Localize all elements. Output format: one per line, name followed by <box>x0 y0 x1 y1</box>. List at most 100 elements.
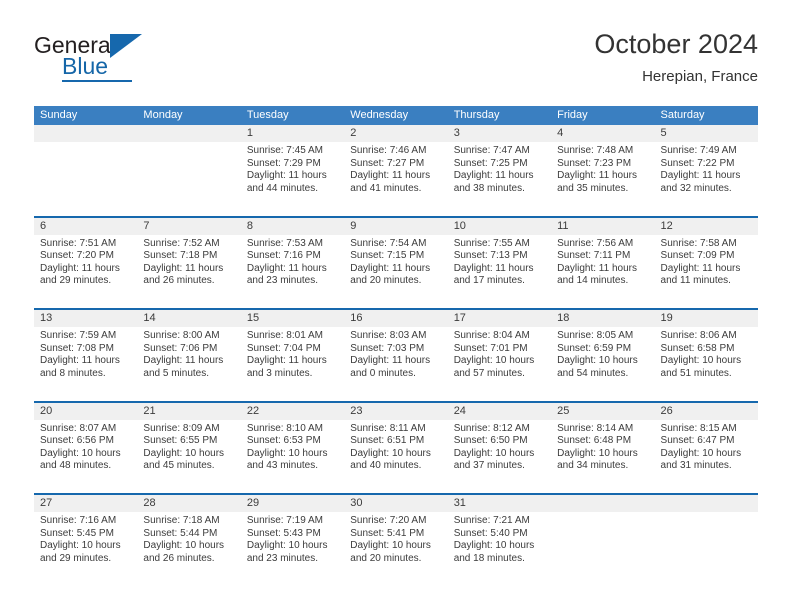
calendar-day-cell[interactable]: 20 Sunrise: 8:07 AM Sunset: 6:56 PM Dayligh… <box>34 402 138 493</box>
day-number: 11 <box>551 217 655 235</box>
calendar-day-cell[interactable]: 17 Sunrise: 8:04 AM Sunset: 7:01 PM Dayligh… <box>447 310 552 401</box>
daylight-text-line2: and 17 minutes. <box>453 275 525 287</box>
calendar-day-cell[interactable]: 28 Sunrise: 7:18 AM Sunset: 5:44 PM Dayligh… <box>137 495 241 586</box>
calendar-day-cell[interactable]: 30 Sunrise: 7:20 AM Sunset: 5:41 PM Dayligh… <box>344 495 448 586</box>
day-sun-info: Sunrise: 7:47 AM Sunset: 7:25 PM Daylight:… <box>448 142 551 195</box>
sunrise-text: Sunrise: 8:01 AM <box>246 330 323 341</box>
day-number: 17 <box>447 310 552 327</box>
sunset-text: Sunset: 7:18 PM <box>143 250 218 262</box>
calendar-day-cell[interactable]: 21 Sunrise: 8:09 AM Sunset: 6:55 PM Dayligh… <box>137 402 241 493</box>
daylight-text-line1: Daylight: 10 hours <box>453 355 535 367</box>
calendar-day-cell[interactable]: 2 Sunrise: 7:46 AM Sunset: 7:27 PM Daylight… <box>344 125 448 216</box>
day-number: 5 <box>654 125 758 142</box>
day-number: 29 <box>240 495 345 512</box>
sunset-text: Sunset: 7:22 PM <box>660 157 735 169</box>
calendar-day-cell[interactable]: 4 Sunrise: 7:48 AM Sunset: 7:23 PM Daylight… <box>551 125 655 216</box>
day-sun-info: Sunrise: 7:51 AM Sunset: 7:20 PM Daylight:… <box>34 235 137 288</box>
calendar-day-cell[interactable]: 22 Sunrise: 8:10 AM Sunset: 6:53 PM Dayligh… <box>240 402 345 493</box>
calendar-page: General Blue October 2024 Herepian, Fran… <box>0 0 792 612</box>
calendar-day-cell[interactable]: 15 Sunrise: 8:01 AM Sunset: 7:04 PM Dayligh… <box>240 310 345 401</box>
calendar-day-cell[interactable]: 10 Sunrise: 7:55 AM Sunset: 7:13 PM Dayligh… <box>447 217 552 308</box>
sunset-text: Sunset: 5:43 PM <box>246 527 321 539</box>
calendar-day-cell[interactable]: 12 Sunrise: 7:58 AM Sunset: 7:09 PM Dayligh… <box>654 217 758 308</box>
daylight-text-line2: and 5 minutes. <box>143 367 210 379</box>
calendar-day-cell[interactable]: 9 Sunrise: 7:54 AM Sunset: 7:15 PM Daylight… <box>344 217 448 308</box>
day-number: 2 <box>344 125 448 142</box>
day-sun-info: Sunrise: 7:21 AM Sunset: 5:40 PM Daylight:… <box>448 512 551 565</box>
sunrise-text: Sunrise: 7:47 AM <box>453 145 530 156</box>
general-blue-logo[interactable]: General Blue <box>34 32 274 92</box>
weekday-header-saturday: Saturday <box>660 109 705 121</box>
calendar-day-cell[interactable]: 23 Sunrise: 8:11 AM Sunset: 6:51 PM Dayligh… <box>344 402 448 493</box>
calendar-day-cell[interactable]: 8 Sunrise: 7:53 AM Sunset: 7:16 PM Daylight… <box>240 217 345 308</box>
day-sun-info: Sunrise: 7:55 AM Sunset: 7:13 PM Daylight:… <box>448 235 551 288</box>
day-sun-info: Sunrise: 7:19 AM Sunset: 5:43 PM Daylight:… <box>241 512 344 565</box>
calendar-day-cell[interactable]: 1 Sunrise: 7:45 AM Sunset: 7:29 PM Daylight… <box>240 125 345 216</box>
calendar-day-cell[interactable]: 3 Sunrise: 7:47 AM Sunset: 7:25 PM Daylight… <box>447 125 552 216</box>
day-sun-info: Sunrise: 8:06 AM Sunset: 6:58 PM Daylight:… <box>655 327 758 380</box>
day-number: 20 <box>34 402 138 420</box>
sunrise-text: Sunrise: 7:21 AM <box>453 515 530 526</box>
sunrise-text: Sunrise: 8:11 AM <box>350 422 426 434</box>
daylight-text-line1: Daylight: 10 hours <box>246 540 328 552</box>
sunset-text: Sunset: 7:04 PM <box>246 342 321 354</box>
daylight-text-line1: Daylight: 10 hours <box>453 447 535 459</box>
daylight-text-line1: Daylight: 10 hours <box>143 447 225 459</box>
daylight-text-line1: Daylight: 10 hours <box>40 540 121 552</box>
calendar-day-cell[interactable]: 24 Sunrise: 8:12 AM Sunset: 6:50 PM Dayligh… <box>447 402 552 493</box>
sunrise-text: Sunrise: 7:54 AM <box>350 237 427 249</box>
day-number: 14 <box>137 310 241 327</box>
triangle-icon <box>110 34 142 58</box>
sunrise-text: Sunrise: 8:05 AM <box>557 330 634 341</box>
calendar-week-row: 1 Sunrise: 7:45 AM Sunset: 7:29 PM Daylight… <box>34 125 758 216</box>
daylight-text-line1: Daylight: 11 hours <box>40 355 120 367</box>
day-number: 10 <box>447 217 552 235</box>
calendar-day-empty <box>551 495 655 586</box>
daylight-text-line2: and 37 minutes. <box>453 460 525 472</box>
calendar-day-cell[interactable]: 5 Sunrise: 7:49 AM Sunset: 7:22 PM Daylight… <box>654 125 758 216</box>
calendar-day-cell[interactable]: 18 Sunrise: 8:05 AM Sunset: 6:59 PM Dayligh… <box>551 310 655 401</box>
calendar-day-cell[interactable]: 14 Sunrise: 8:00 AM Sunset: 7:06 PM Dayligh… <box>137 310 241 401</box>
calendar-day-empty <box>654 495 758 586</box>
calendar-day-cell[interactable]: 27 Sunrise: 7:16 AM Sunset: 5:45 PM Dayligh… <box>34 495 138 586</box>
daylight-text-line2: and 14 minutes. <box>557 275 629 287</box>
calendar-day-cell[interactable]: 11 Sunrise: 7:56 AM Sunset: 7:11 PM Dayligh… <box>551 217 655 308</box>
daylight-text-line1: Daylight: 11 hours <box>246 355 327 367</box>
calendar-day-cell[interactable]: 13 Sunrise: 7:59 AM Sunset: 7:08 PM Dayligh… <box>34 310 138 401</box>
daylight-text-line2: and 29 minutes. <box>40 552 112 564</box>
sunset-text: Sunset: 5:45 PM <box>40 527 114 539</box>
day-sun-info: Sunrise: 8:14 AM Sunset: 6:48 PM Daylight:… <box>551 420 654 473</box>
day-sun-info: Sunrise: 8:01 AM Sunset: 7:04 PM Daylight:… <box>241 327 344 380</box>
daylight-text-line2: and 35 minutes. <box>557 182 629 194</box>
calendar-day-cell[interactable]: 31 Sunrise: 7:21 AM Sunset: 5:40 PM Dayligh… <box>447 495 552 586</box>
calendar-day-cell[interactable]: 26 Sunrise: 8:15 AM Sunset: 6:47 PM Dayligh… <box>654 402 758 493</box>
sunrise-text: Sunrise: 7:45 AM <box>246 145 323 156</box>
daylight-text-line1: Daylight: 11 hours <box>40 262 120 274</box>
page-header: General Blue October 2024 Herepian, Fran… <box>34 28 758 96</box>
calendar-day-cell[interactable]: 19 Sunrise: 8:06 AM Sunset: 6:58 PM Dayligh… <box>654 310 758 401</box>
day-sun-info: Sunrise: 7:18 AM Sunset: 5:44 PM Daylight:… <box>137 512 240 565</box>
calendar-day-cell[interactable]: 29 Sunrise: 7:19 AM Sunset: 5:43 PM Dayligh… <box>240 495 345 586</box>
day-sun-info: Sunrise: 8:11 AM Sunset: 6:51 PM Daylight:… <box>344 420 447 473</box>
day-number: 8 <box>240 217 345 235</box>
sunrise-text: Sunrise: 8:03 AM <box>350 330 427 341</box>
sunset-text: Sunset: 6:59 PM <box>557 342 632 354</box>
calendar-day-cell[interactable]: 6 Sunrise: 7:51 AM Sunset: 7:20 PM Daylight… <box>34 217 138 308</box>
day-number: 4 <box>551 125 655 142</box>
sunset-text: Sunset: 7:03 PM <box>350 342 425 354</box>
daylight-text-line2: and 23 minutes. <box>246 275 319 287</box>
daylight-text-line2: and 54 minutes. <box>557 367 629 379</box>
calendar-day-cell[interactable]: 16 Sunrise: 8:03 AM Sunset: 7:03 PM Dayligh… <box>344 310 448 401</box>
sunrise-text: Sunrise: 7:48 AM <box>557 145 634 156</box>
calendar-day-cell[interactable]: 7 Sunrise: 7:52 AM Sunset: 7:18 PM Daylight… <box>137 217 241 308</box>
day-sun-info: Sunrise: 7:20 AM Sunset: 5:41 PM Daylight:… <box>344 512 447 565</box>
daylight-text-line1: Daylight: 10 hours <box>246 447 328 459</box>
logo-text-blue: Blue <box>62 53 109 79</box>
day-number: 19 <box>654 310 758 327</box>
day-number: 30 <box>344 495 448 512</box>
daylight-text-line1: Daylight: 11 hours <box>350 355 431 367</box>
daylight-text-line1: Daylight: 11 hours <box>246 262 327 274</box>
calendar-day-cell[interactable]: 25 Sunrise: 8:14 AM Sunset: 6:48 PM Dayligh… <box>551 402 655 493</box>
daylight-text-line2: and 26 minutes. <box>143 275 215 287</box>
day-sun-info: Sunrise: 8:04 AM Sunset: 7:01 PM Daylight:… <box>448 327 551 380</box>
